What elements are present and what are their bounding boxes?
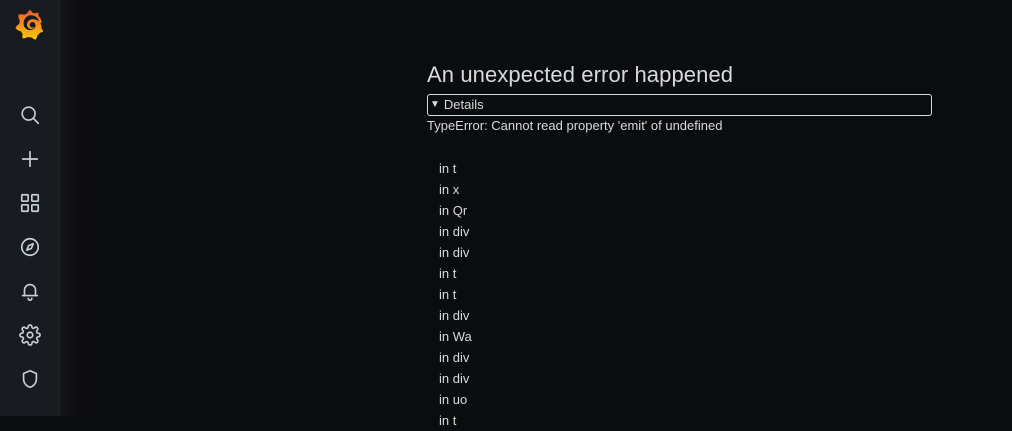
error-title: An unexpected error happened [427,62,734,87]
gear-icon [19,324,41,346]
triangle-down-icon: ▼ [430,99,440,110]
stack-line: in div [439,308,470,323]
error-message: TypeError: Cannot read property 'emit' o… [427,118,723,133]
sidebar-item-dashboards[interactable] [0,183,60,223]
stack-line: in t [439,161,457,176]
sidebar [0,0,60,416]
stack-line: in t [439,287,457,302]
grafana-logo[interactable] [13,9,45,41]
dashboards-grid-icon [20,193,40,213]
stack-line: in uo [439,392,468,407]
details-toggle[interactable]: ▼ Details [427,94,932,116]
stack-line: in Qr [439,203,468,218]
search-icon [21,106,40,125]
main-content: An unexpected error happened ▼ Details T… [84,0,1012,428]
sidebar-item-explore[interactable] [0,227,60,267]
sidebar-shadow [60,0,84,416]
compass-icon [20,237,40,257]
shield-icon [22,369,38,389]
stack-line: in div [439,245,470,260]
stack-line: in div [439,350,470,365]
plus-icon [21,150,39,168]
stack-line: in Wa [439,329,472,344]
component-stack: in t in x in Qr in div in div in t in t … [427,158,932,431]
details-label: Details [443,97,484,112]
sidebar-item-create[interactable] [0,139,60,179]
stack-line: in x [439,182,460,197]
stack-line: in t [439,266,457,281]
sidebar-item-server-admin[interactable] [0,359,60,399]
bell-icon [21,283,39,301]
sidebar-item-configuration[interactable] [0,315,60,355]
sidebar-item-alerting[interactable] [0,271,60,311]
stack-line: in div [439,224,470,239]
stack-line: in t [439,413,457,428]
error-boundary: An unexpected error happened ▼ Details T… [427,58,932,431]
stack-line: in div [439,371,470,386]
grafana-logo-icon [15,10,44,40]
sidebar-item-search[interactable] [0,95,60,135]
